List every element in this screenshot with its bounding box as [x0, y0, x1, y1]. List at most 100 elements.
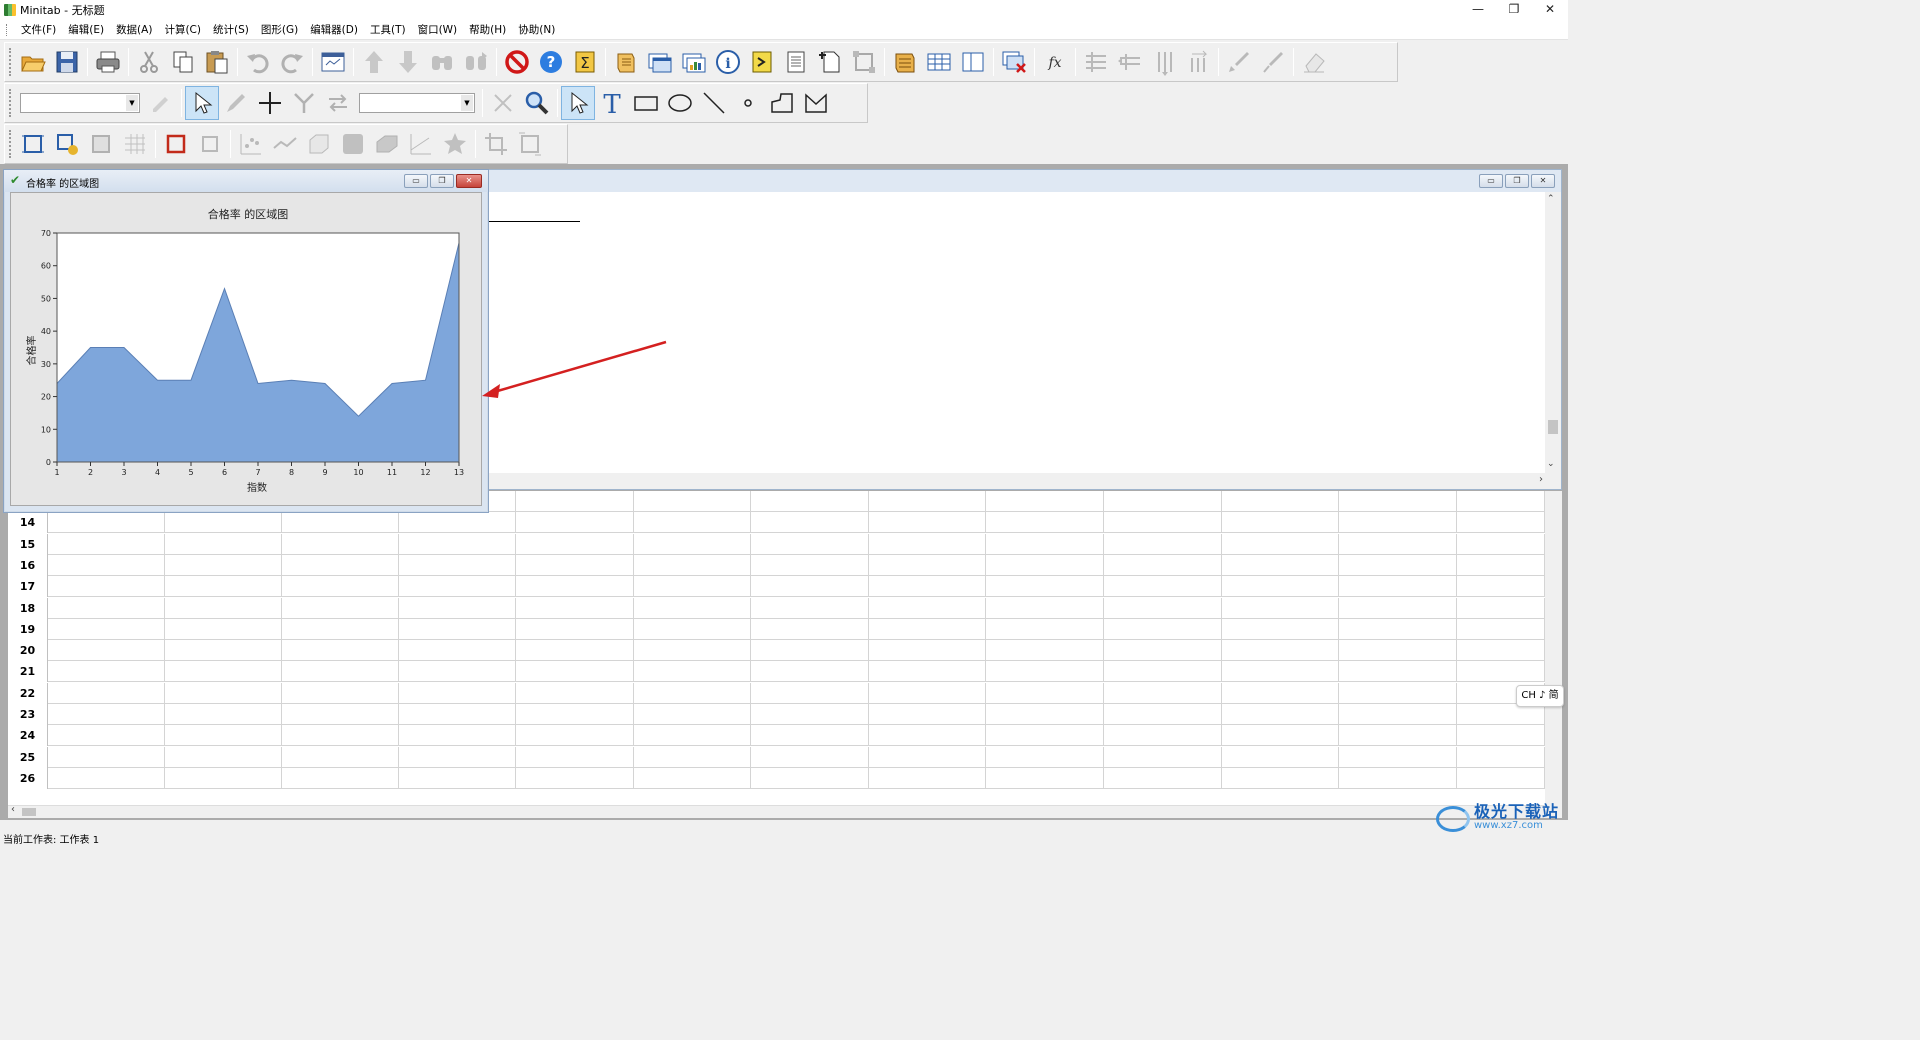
- session-vertical-scrollbar[interactable]: ⌃ ⌄: [1545, 192, 1561, 473]
- scroll-down-icon[interactable]: ⌄: [1547, 459, 1555, 469]
- graph-window-icon[interactable]: [677, 45, 711, 79]
- polygon-tool-icon[interactable]: [799, 86, 833, 120]
- session-close-button[interactable]: ✕: [1531, 174, 1555, 188]
- worksheet-cell[interactable]: [165, 682, 282, 704]
- worksheet-cell[interactable]: [987, 618, 1104, 640]
- worksheet-cell[interactable]: [165, 661, 282, 683]
- find-icon[interactable]: [425, 45, 459, 79]
- report-pad-icon[interactable]: [779, 45, 813, 79]
- worksheet-cell[interactable]: [282, 746, 399, 768]
- worksheet-cell[interactable]: [165, 576, 282, 598]
- session-window-icon[interactable]: [609, 45, 643, 79]
- arrow-down-icon[interactable]: [391, 45, 425, 79]
- worksheet-cell[interactable]: [165, 725, 282, 747]
- 3d-surface-icon[interactable]: [370, 127, 404, 161]
- session-maximize-button[interactable]: ❐: [1505, 174, 1529, 188]
- worksheet-cell[interactable]: [399, 576, 516, 598]
- worksheet-cell[interactable]: [634, 491, 751, 512]
- worksheet-cell[interactable]: [1105, 554, 1222, 576]
- worksheet-cell[interactable]: [634, 576, 751, 598]
- worksheet-cell[interactable]: [1222, 746, 1339, 768]
- worksheet-cell[interactable]: [517, 682, 634, 704]
- rectangle-tool-icon[interactable]: [629, 86, 663, 120]
- brush-icon[interactable]: [1222, 45, 1256, 79]
- worksheet-cell[interactable]: [752, 640, 869, 662]
- axis-line-icon[interactable]: [404, 127, 438, 161]
- scroll-left-icon[interactable]: ‹: [11, 804, 15, 815]
- worksheet-cell[interactable]: [282, 767, 399, 789]
- worksheet-cell[interactable]: [1457, 640, 1545, 662]
- row-header[interactable]: 16: [8, 554, 48, 576]
- worksheet-cell[interactable]: [282, 704, 399, 725]
- worksheet-cell[interactable]: [1340, 725, 1457, 747]
- inner-frame-icon[interactable]: [193, 127, 227, 161]
- shading-icon[interactable]: [336, 127, 370, 161]
- row-header[interactable]: 15: [8, 533, 48, 555]
- worksheet-cell[interactable]: [1457, 512, 1545, 534]
- worksheet-cell[interactable]: [752, 725, 869, 747]
- insert-columns-icon[interactable]: [1147, 45, 1181, 79]
- worksheet-cell[interactable]: [987, 576, 1104, 598]
- edit-item-icon[interactable]: [144, 86, 178, 120]
- worksheet-cell[interactable]: [987, 767, 1104, 789]
- row-header[interactable]: 18: [8, 597, 48, 619]
- worksheet-cell[interactable]: [1457, 661, 1545, 683]
- worksheet-cell[interactable]: [517, 661, 634, 683]
- worksheet-cell[interactable]: [517, 704, 634, 725]
- 3d-box-icon[interactable]: [302, 127, 336, 161]
- worksheet-cell[interactable]: [987, 725, 1104, 747]
- worksheet-cell[interactable]: [987, 554, 1104, 576]
- worksheet-cell[interactable]: [1222, 704, 1339, 725]
- session-horizontal-scrollbar[interactable]: ›: [489, 473, 1561, 489]
- worksheet-cell[interactable]: [869, 512, 986, 534]
- row-header[interactable]: 22: [8, 682, 48, 704]
- star-icon[interactable]: [438, 127, 472, 161]
- worksheet-cell[interactable]: [48, 554, 165, 576]
- worksheet-cell[interactable]: [517, 491, 634, 512]
- resize-frame-icon[interactable]: [513, 127, 547, 161]
- worksheet-cell[interactable]: [869, 491, 986, 512]
- worksheet-cell[interactable]: [48, 704, 165, 725]
- worksheet-cell[interactable]: [634, 704, 751, 725]
- worksheet-cell[interactable]: [165, 767, 282, 789]
- worksheet-cell[interactable]: [752, 746, 869, 768]
- worksheet-cell[interactable]: [48, 512, 165, 534]
- ime-indicator[interactable]: CH ♪ 简: [1516, 685, 1564, 707]
- row-header[interactable]: 17: [8, 576, 48, 598]
- worksheet-cell[interactable]: [517, 597, 634, 619]
- open-folder-icon[interactable]: [16, 45, 50, 79]
- worksheet-cell[interactable]: [869, 554, 986, 576]
- worksheet-cell[interactable]: [517, 725, 634, 747]
- worksheet-cell[interactable]: [869, 767, 986, 789]
- worksheet-cell[interactable]: [399, 682, 516, 704]
- show-graphs-icon[interactable]: [956, 45, 990, 79]
- worksheet-cell[interactable]: [165, 533, 282, 555]
- worksheet-cell[interactable]: [165, 704, 282, 725]
- worksheet-cell[interactable]: [1105, 533, 1222, 555]
- worksheet-cell[interactable]: [399, 661, 516, 683]
- close-button[interactable]: ✕: [1532, 0, 1568, 20]
- worksheet-cell[interactable]: [869, 725, 986, 747]
- worksheet-cell[interactable]: [282, 640, 399, 662]
- worksheet-cell[interactable]: [165, 640, 282, 662]
- worksheet-cell[interactable]: [634, 597, 751, 619]
- worksheet-cell[interactable]: [987, 491, 1104, 512]
- worksheet-cell[interactable]: [1340, 576, 1457, 598]
- worksheet-cell[interactable]: [48, 682, 165, 704]
- worksheet-cell[interactable]: [987, 640, 1104, 662]
- graph-canvas[interactable]: 0 10 20 30 40 50 60 70 1 2 3 4 5 6 7 8 9 10 11 12 13 合格率 的区域图…: [10, 192, 482, 506]
- worksheet-cell[interactable]: [282, 618, 399, 640]
- worksheet-cell[interactable]: [48, 640, 165, 662]
- worksheet-cell[interactable]: [1105, 576, 1222, 598]
- worksheet-cell[interactable]: [869, 576, 986, 598]
- crosshair-icon[interactable]: [253, 86, 287, 120]
- worksheet-cell[interactable]: [282, 533, 399, 555]
- worksheet-cell[interactable]: [399, 533, 516, 555]
- project-manager-icon[interactable]: [888, 45, 922, 79]
- worksheet-vertical-scrollbar[interactable]: [1545, 491, 1562, 818]
- worksheet-cell[interactable]: [282, 512, 399, 534]
- worksheet-cell[interactable]: [1340, 682, 1457, 704]
- worksheet-cell[interactable]: [1105, 746, 1222, 768]
- cancel-icon[interactable]: [500, 45, 534, 79]
- worksheet-cell[interactable]: [399, 746, 516, 768]
